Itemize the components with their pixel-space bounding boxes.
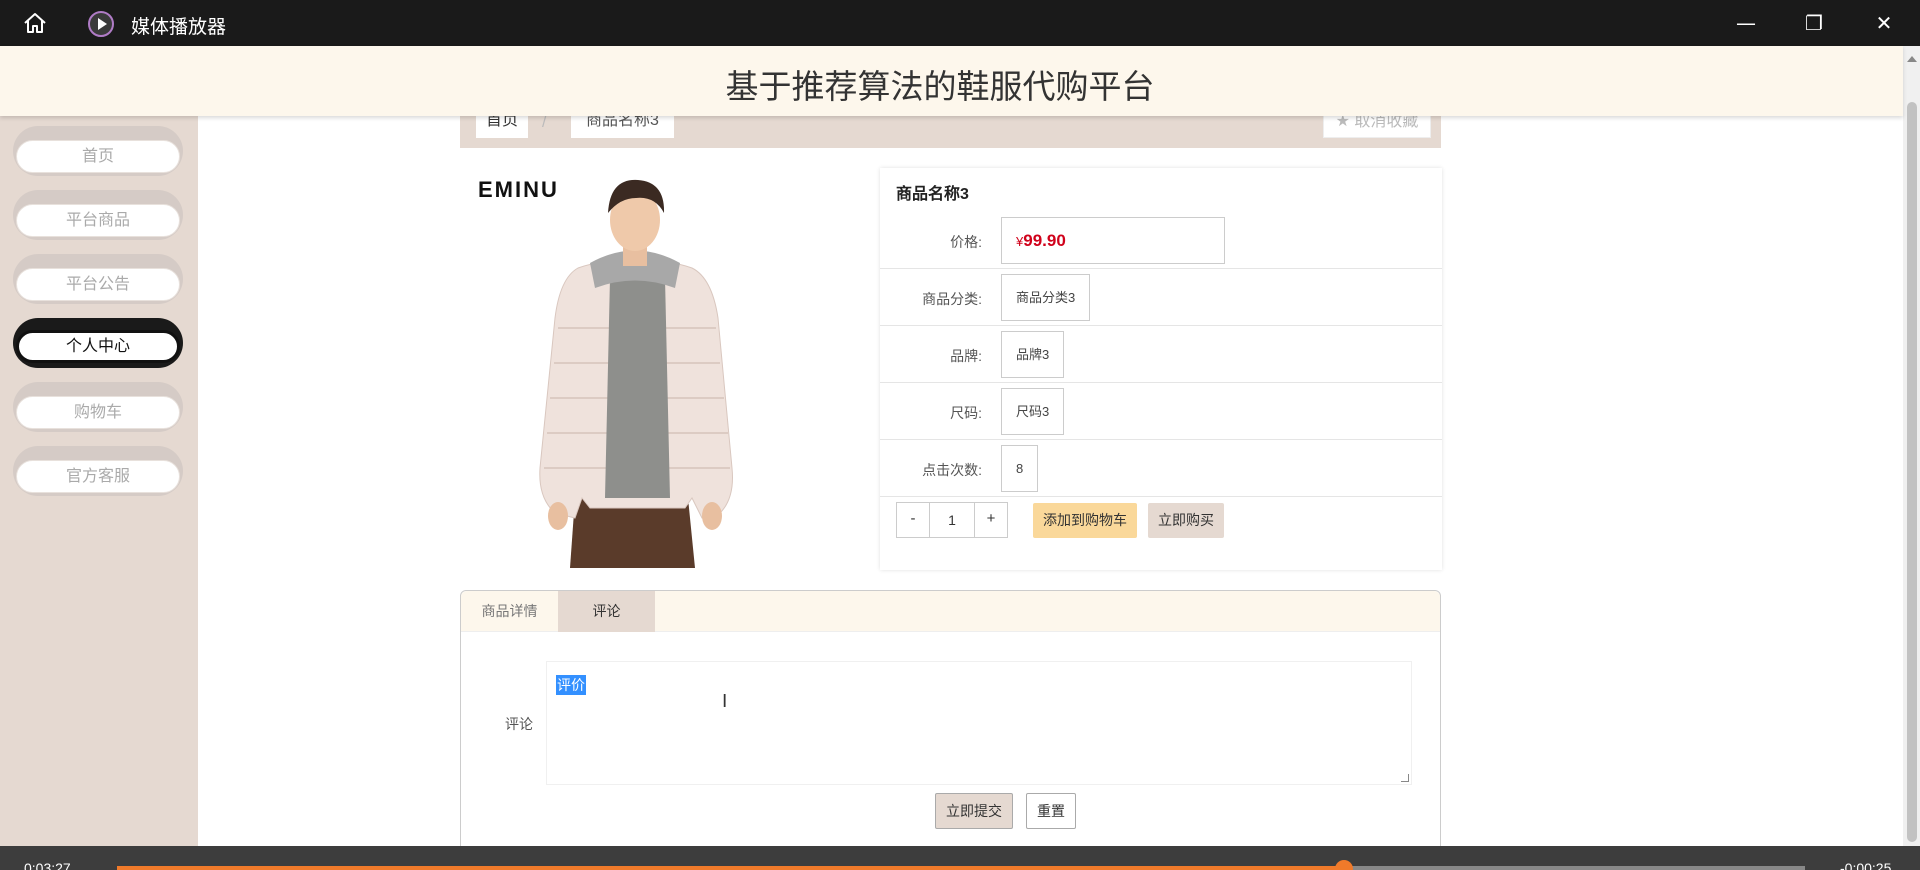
brand-row: 品牌: 品牌3 — [880, 326, 1442, 383]
close-button[interactable]: ✕ — [1871, 10, 1897, 36]
add-to-cart-button[interactable]: 添加到购物车 — [1033, 503, 1137, 538]
scroll-up-arrow-icon[interactable] — [1907, 56, 1917, 62]
seek-bar[interactable] — [117, 860, 1805, 870]
buy-now-button[interactable]: 立即购买 — [1148, 503, 1224, 538]
restore-button[interactable]: ❐ — [1801, 10, 1827, 36]
product-details-panel: 商品名称3 价格: ¥99.90 商品分类: 商品分类3 品牌: 品牌3 尺码:… — [880, 168, 1442, 570]
size-value: 尺码3 — [1001, 388, 1065, 435]
brand-value: 品牌3 — [1001, 331, 1065, 378]
category-value: 商品分类3 — [1001, 274, 1091, 321]
media-player-bar: 0:03:27 -0:00:25 — [0, 846, 1920, 870]
size-label: 尺码: — [950, 405, 982, 421]
media-player-app-icon — [88, 11, 114, 37]
quantity-input[interactable]: 1 — [929, 503, 975, 537]
tab-bar: 商品详情 评论 — [461, 591, 1440, 632]
sidebar-item-home[interactable]: 首页 — [13, 126, 183, 176]
sidebar-item-label[interactable]: 首页 — [16, 140, 180, 173]
seek-progress — [117, 866, 1345, 870]
price-value-box: ¥99.90 — [1001, 217, 1225, 264]
title-bar: 媒体播放器 — ❐ ✕ — [0, 0, 1920, 46]
site-title: 基于推荐算法的鞋服代购平台 — [725, 68, 1155, 105]
price-value: 99.90 — [1023, 231, 1066, 250]
vertical-scrollbar[interactable] — [1903, 46, 1920, 846]
tab-product-details[interactable]: 商品详情 — [461, 591, 558, 632]
quantity-increase-button[interactable]: + — [975, 503, 1007, 537]
tab-panel: 商品详情 评论 评论 评价 I 立即提交 重置 — [460, 590, 1441, 870]
scrollbar-thumb[interactable] — [1907, 102, 1917, 842]
sidebar-item-personal-center[interactable]: 个人中心 — [13, 318, 183, 368]
sidebar-item-customer-service[interactable]: 官方客服 — [13, 446, 183, 496]
brand-label: 品牌: — [950, 348, 982, 364]
minimize-button[interactable]: — — [1733, 10, 1759, 36]
sidebar-item-announcements[interactable]: 平台公告 — [13, 254, 183, 304]
comment-text-selected: 评价 — [556, 675, 586, 695]
price-label: 价格: — [950, 234, 982, 250]
remaining-time: -0:00:25 — [1840, 860, 1892, 870]
product-image-brand-text: EMINU — [478, 177, 559, 202]
comment-label: 评论 — [505, 716, 533, 732]
clicks-row: 点击次数: 8 — [880, 440, 1442, 497]
seek-handle[interactable] — [1335, 860, 1354, 870]
sidebar-item-products[interactable]: 平台商品 — [13, 190, 183, 240]
quantity-stepper[interactable]: - 1 + — [896, 502, 1008, 538]
sidebar-item-label[interactable]: 官方客服 — [16, 460, 180, 493]
clicks-label: 点击次数: — [922, 462, 982, 478]
site-header: 基于推荐算法的鞋服代购平台 — [0, 46, 1903, 116]
sidebar-item-label[interactable]: 购物车 — [16, 396, 180, 429]
text-cursor-icon: I — [722, 691, 728, 712]
quantity-decrease-button[interactable]: - — [897, 503, 929, 537]
comment-textarea[interactable]: 评价 — [546, 661, 1412, 785]
window-title: 媒体播放器 — [131, 17, 227, 38]
sidebar-item-label[interactable]: 个人中心 — [16, 330, 180, 363]
elapsed-time: 0:03:27 — [24, 860, 71, 870]
price-row: 价格: ¥99.90 — [880, 212, 1442, 269]
submit-comment-button[interactable]: 立即提交 — [935, 793, 1013, 829]
sidebar-item-label[interactable]: 平台商品 — [16, 204, 180, 237]
product-image: EMINU — [478, 177, 733, 568]
breadcrumb-separator: / — [542, 114, 547, 131]
clicks-value: 8 — [1001, 445, 1039, 492]
category-row: 商品分类: 商品分类3 — [880, 269, 1442, 326]
resize-handle-icon[interactable] — [1401, 774, 1409, 782]
home-icon[interactable] — [22, 11, 48, 35]
sidebar: 首页 平台商品 平台公告 个人中心 购物车 官方客服 — [0, 116, 198, 846]
product-name: 商品名称3 — [896, 186, 969, 203]
sidebar-item-cart[interactable]: 购物车 — [13, 382, 183, 432]
reset-button[interactable]: 重置 — [1026, 793, 1076, 829]
sidebar-item-label[interactable]: 平台公告 — [16, 268, 180, 301]
category-label: 商品分类: — [922, 291, 982, 307]
size-row: 尺码: 尺码3 — [880, 383, 1442, 440]
tab-comments[interactable]: 评论 — [558, 591, 655, 632]
